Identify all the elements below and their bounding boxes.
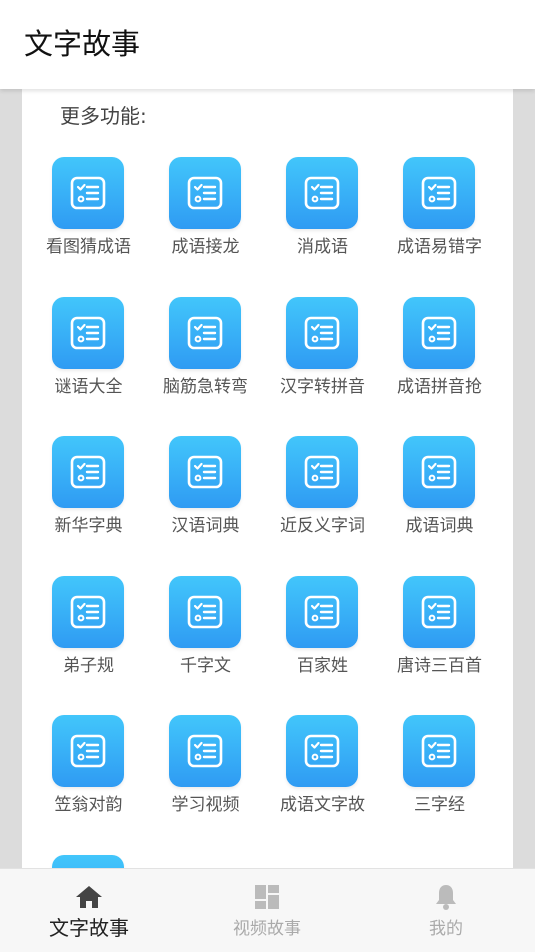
- feature-item[interactable]: 成语拼音抢: [381, 296, 498, 427]
- feature-item[interactable]: 千字文: [147, 575, 264, 706]
- feature-icon-tile: [52, 575, 124, 648]
- feature-label: 近反义字词: [280, 516, 365, 536]
- section-title: 更多功能:: [60, 104, 147, 128]
- bottom-navigation: 文字故事 视频故事 我的: [0, 868, 535, 952]
- app-bar: 文字故事: [0, 0, 535, 89]
- home-icon: [76, 886, 102, 908]
- feature-label: 谜语大全: [54, 376, 123, 397]
- feature-icon-tile: [169, 436, 241, 508]
- feature-item[interactable]: 汉字转拼音: [264, 296, 381, 427]
- checklist-icon: [187, 595, 223, 628]
- checklist-icon: [304, 595, 340, 628]
- checklist-icon: [70, 595, 106, 628]
- checklist-icon: [70, 176, 106, 210]
- feature-icon-tile: [403, 157, 475, 229]
- feature-label: 唐诗三百首: [397, 655, 482, 676]
- nav-label: 我的: [429, 919, 463, 939]
- feature-item[interactable]: 百家姓: [264, 575, 381, 706]
- feature-icon-tile: [286, 436, 358, 508]
- feature-icon-tile: [286, 715, 358, 787]
- feature-item[interactable]: 看图猜成语: [30, 157, 147, 287]
- feature-item[interactable]: 成语词典: [381, 436, 498, 566]
- feature-icon-tile: [286, 296, 358, 369]
- feature-label: 成语文字故: [280, 795, 365, 815]
- feature-item[interactable]: 成语文字故: [264, 715, 381, 845]
- nav-item-video-story[interactable]: 视频故事: [178, 869, 356, 952]
- checklist-icon: [70, 455, 106, 489]
- feature-icon-tile: [169, 715, 241, 787]
- feature-label: 成语拼音抢: [397, 376, 482, 397]
- checklist-icon: [304, 734, 340, 768]
- feature-label: 三字经: [414, 795, 465, 815]
- feature-item[interactable]: 唐诗三百首: [381, 575, 498, 706]
- feature-item[interactable]: 学习视频: [147, 715, 264, 845]
- feature-item[interactable]: 弟子规: [30, 575, 147, 706]
- checklist-icon: [187, 455, 223, 489]
- checklist-icon: [304, 455, 340, 489]
- checklist-icon: [421, 455, 457, 489]
- feature-icon-tile: [403, 715, 475, 787]
- feature-label: 成语词典: [405, 516, 474, 536]
- feature-label: 百家姓: [297, 655, 348, 676]
- nav-label: 文字故事: [49, 916, 129, 940]
- checklist-icon: [187, 176, 223, 210]
- feature-item[interactable]: 汉语词典: [147, 436, 264, 566]
- feature-item[interactable]: 成语易错字: [381, 157, 498, 287]
- feature-icon-tile: [52, 157, 124, 229]
- checklist-icon: [421, 316, 457, 349]
- dashboard-icon: [255, 885, 279, 909]
- feature-icon-tile: [403, 296, 475, 369]
- feature-panel: 更多功能: 看图猜成语 成语接龙 消成语 成语易错字谜语大全 脑筋急转弯 汉字转拼音 成语拼…: [22, 89, 513, 869]
- feature-icon-tile: [52, 436, 124, 508]
- feature-icon-tile: [52, 715, 124, 787]
- feature-label: 成语易错字: [397, 237, 482, 257]
- feature-icon-tile: [52, 296, 124, 369]
- feature-item[interactable]: [30, 854, 147, 869]
- feature-item[interactable]: 新华字典: [30, 436, 147, 566]
- checklist-icon: [70, 316, 106, 349]
- feature-label: 看图猜成语: [46, 237, 131, 257]
- feature-item[interactable]: 消成语: [264, 157, 381, 287]
- feature-label: 汉语词典: [171, 516, 240, 536]
- feature-icon-tile: [169, 296, 241, 369]
- checklist-icon: [187, 734, 223, 768]
- feature-icon-tile: [286, 575, 358, 648]
- feature-item[interactable]: 谜语大全: [30, 296, 147, 427]
- feature-label: 千字文: [180, 655, 231, 676]
- feature-label: 消成语: [297, 237, 348, 257]
- feature-label: 成语接龙: [171, 237, 240, 257]
- feature-icon-tile: [403, 436, 475, 508]
- feature-icon-tile: [169, 575, 241, 648]
- feature-icon-tile: [169, 157, 241, 229]
- nav-item-text-story[interactable]: 文字故事: [0, 869, 178, 952]
- nav-item-mine[interactable]: 我的: [357, 869, 535, 952]
- page-title: 文字故事: [24, 27, 141, 61]
- feature-icon-tile: [403, 575, 475, 648]
- feature-item[interactable]: 三字经: [381, 715, 498, 845]
- feature-item[interactable]: 近反义字词: [264, 436, 381, 566]
- checklist-icon: [421, 595, 457, 628]
- checklist-icon: [304, 316, 340, 349]
- feature-label: 弟子规: [63, 655, 114, 676]
- checklist-icon: [304, 176, 340, 210]
- feature-label: 汉字转拼音: [280, 376, 365, 397]
- checklist-icon: [421, 734, 457, 768]
- checklist-icon: [187, 316, 223, 349]
- bell-icon: [436, 885, 456, 910]
- feature-item[interactable]: 成语接龙: [147, 157, 264, 287]
- feature-label: 脑筋急转弯: [163, 376, 248, 397]
- feature-icon-tile: [52, 854, 124, 869]
- feature-icon-tile: [286, 157, 358, 229]
- feature-item[interactable]: 脑筋急转弯: [147, 296, 264, 427]
- checklist-icon: [421, 176, 457, 210]
- feature-label: 笠翁对韵: [54, 795, 123, 815]
- feature-label: 新华字典: [54, 516, 123, 536]
- nav-label: 视频故事: [233, 919, 301, 939]
- checklist-icon: [70, 734, 106, 768]
- feature-label: 学习视频: [171, 795, 240, 815]
- feature-item[interactable]: 笠翁对韵: [30, 715, 147, 845]
